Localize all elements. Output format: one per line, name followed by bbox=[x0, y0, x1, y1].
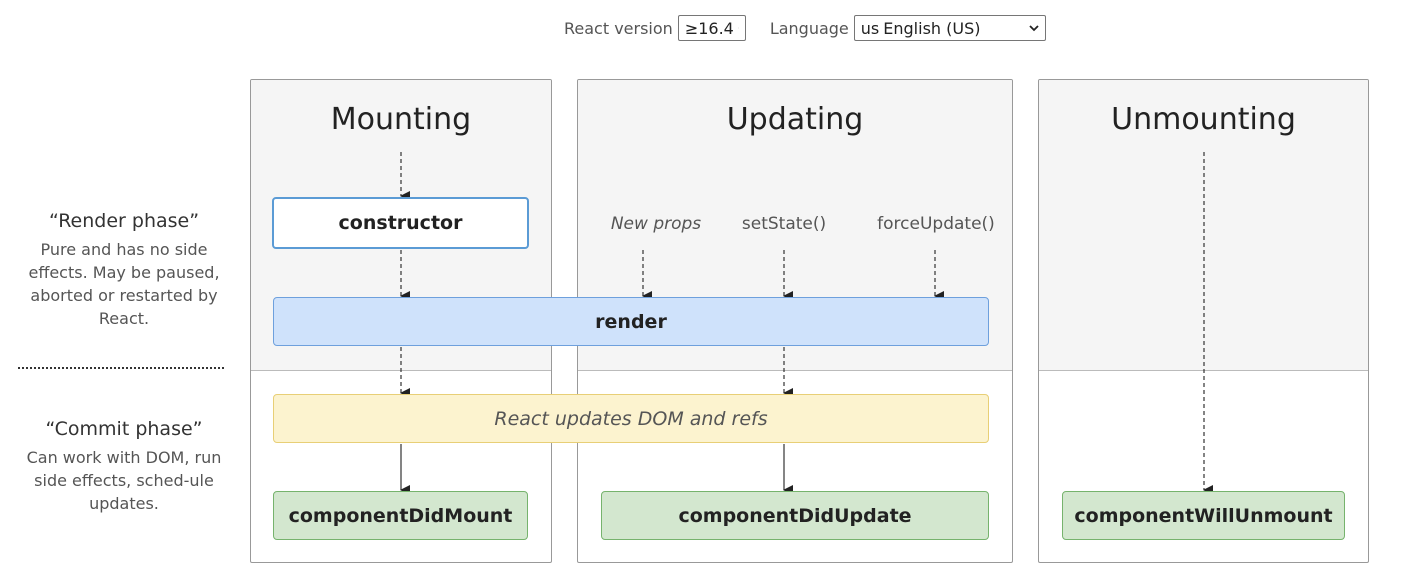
component-will-unmount-box[interactable]: componentWillUnmount bbox=[1062, 491, 1345, 540]
setstate-label: setState() bbox=[741, 214, 827, 234]
render-box[interactable]: render bbox=[273, 297, 989, 346]
component-did-mount-box[interactable]: componentDidMount bbox=[273, 491, 528, 540]
constructor-box[interactable]: constructor bbox=[272, 197, 529, 249]
forceupdate-label: forceUpdate() bbox=[877, 214, 995, 234]
dom-refs-update-box: React updates DOM and refs bbox=[273, 394, 989, 443]
new-props-label: New props bbox=[610, 214, 702, 234]
component-did-update-box[interactable]: componentDidUpdate bbox=[601, 491, 989, 540]
